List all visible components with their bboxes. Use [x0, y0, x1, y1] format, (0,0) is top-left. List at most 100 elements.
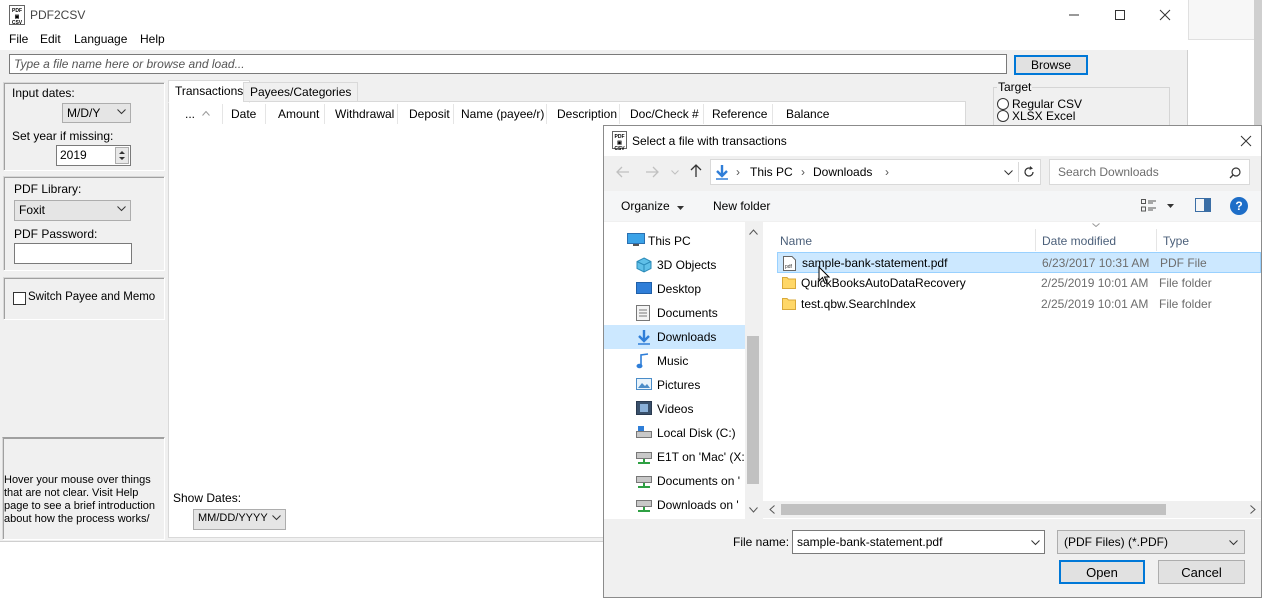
scroll-up-icon[interactable] [749, 229, 758, 235]
show-dates-select[interactable]: MM/DD/YYYY [193, 509, 286, 530]
nav-label: Pictures [657, 378, 701, 392]
nav-item-music[interactable]: Music [604, 349, 745, 373]
downloads-icon [638, 330, 650, 345]
menu-help[interactable]: Help [140, 32, 165, 46]
column-header-name[interactable]: Name (payee/r) [461, 107, 544, 121]
dialog-close-button[interactable] [1232, 128, 1260, 154]
up-arrow-icon[interactable] [690, 164, 702, 178]
column-header-description[interactable]: Description [557, 107, 617, 121]
column-header-balance[interactable]: Balance [786, 107, 829, 121]
organize-button[interactable]: Organize [621, 199, 685, 213]
breadcrumb-this-pc[interactable]: This PC [750, 165, 793, 179]
menu-edit[interactable]: Edit [40, 32, 61, 46]
tab-transactions[interactable]: Transactions [168, 80, 251, 103]
nav-item-videos[interactable]: Videos [604, 397, 745, 421]
view-options-icon[interactable] [1141, 199, 1157, 212]
nav-item-downloads-on-mac[interactable]: Downloads on ' [604, 493, 745, 517]
browse-button[interactable]: Browse [1014, 55, 1088, 75]
nav-item-3d-objects[interactable]: 3D Objects [604, 253, 745, 277]
scroll-right-icon[interactable] [1250, 505, 1256, 514]
file-row[interactable]: test.qbw.SearchIndex 2/25/2019 10:01 AM … [777, 294, 1261, 315]
pdf-library-select[interactable]: Foxit [14, 200, 131, 221]
maximize-button[interactable] [1097, 0, 1143, 30]
title-bar: PDF ▣ CSV PDF2CSV [0, 0, 1188, 30]
column-header-date-modified[interactable]: Date modified [1042, 234, 1116, 248]
search-input[interactable]: Search Downloads [1049, 159, 1250, 185]
column-header-doc-check[interactable]: Doc/Check # [630, 107, 699, 121]
tab-payees-categories[interactable]: Payees/Categories [243, 82, 359, 102]
menu-language[interactable]: Language [74, 32, 127, 46]
recent-dropdown-icon[interactable] [671, 170, 679, 175]
nav-item-desktop[interactable]: Desktop [604, 277, 745, 301]
column-header-withdrawal[interactable]: Withdrawal [335, 107, 394, 121]
caret-down-icon [677, 206, 685, 210]
regular-csv-radio[interactable] [997, 98, 1009, 110]
menu-file[interactable]: File [9, 32, 28, 46]
minimize-button[interactable] [1051, 0, 1097, 30]
file-list-hscrollbar[interactable] [763, 501, 1261, 518]
nav-scrollbar-thumb[interactable] [747, 336, 759, 484]
file-type: File folder [1159, 276, 1212, 290]
open-button[interactable]: Open [1059, 560, 1145, 584]
scroll-left-icon[interactable] [769, 505, 775, 514]
cancel-button[interactable]: Cancel [1158, 560, 1245, 584]
nav-item-documents[interactable]: Documents [604, 301, 745, 325]
column-header-deposit[interactable]: Deposit [409, 107, 450, 121]
refresh-icon[interactable] [1023, 166, 1035, 178]
organize-label: Organize [621, 199, 670, 213]
nav-item-this-pc[interactable]: This PC [604, 229, 745, 253]
column-header-select[interactable]: ... [185, 107, 195, 121]
column-divider [772, 104, 773, 124]
nav-item-e1t-mac[interactable]: E1T on 'Mac' (X: [604, 445, 745, 469]
preview-pane-icon[interactable] [1195, 198, 1211, 212]
nav-item-local-disk[interactable]: Local Disk (C:) [604, 421, 745, 445]
nav-label: Desktop [657, 282, 702, 296]
nav-item-documents-on-mac[interactable]: Documents on ' [604, 469, 745, 493]
back-arrow-icon[interactable] [616, 166, 630, 178]
column-divider [324, 104, 325, 124]
nav-item-downloads[interactable]: Downloads [604, 325, 745, 349]
mouse-cursor-icon [818, 266, 830, 285]
help-text: Hover your mouse over things that are no… [4, 474, 156, 525]
background-scrollbar [1254, 0, 1262, 125]
pdf-password-input[interactable] [14, 243, 132, 264]
close-button[interactable] [1142, 0, 1188, 30]
hscrollbar-thumb[interactable] [781, 504, 1166, 515]
column-header-amount[interactable]: Amount [278, 107, 319, 121]
forward-arrow-icon[interactable] [645, 166, 659, 178]
file-row[interactable]: pdf sample-bank-statement.pdf 6/23/2017 … [777, 252, 1261, 273]
column-header-reference[interactable]: Reference [712, 107, 767, 121]
file-path-input[interactable]: Type a file name here or browse and load… [9, 54, 1007, 74]
network-drive-icon [636, 500, 652, 512]
show-dates-label: Show Dates: [173, 491, 242, 505]
file-type-filter[interactable]: (PDF Files) (*.PDF) [1057, 530, 1245, 554]
nav-item-pictures[interactable]: Pictures [604, 373, 745, 397]
chevron-down-icon[interactable] [1004, 170, 1013, 176]
caret-down-icon[interactable] [1167, 204, 1174, 208]
breadcrumb-downloads[interactable]: Downloads [813, 165, 872, 179]
column-header-file-name[interactable]: Name [780, 234, 812, 248]
help-icon[interactable]: ? [1230, 197, 1248, 215]
documents-icon [636, 305, 650, 321]
address-bar[interactable]: › This PC › Downloads › [710, 159, 1041, 185]
nav-label: This PC [648, 234, 691, 248]
videos-icon [636, 401, 652, 415]
xlsx-excel-radio[interactable] [997, 110, 1009, 122]
xlsx-excel-label: XLSX Excel [1012, 109, 1076, 123]
spin-buttons[interactable] [115, 147, 129, 164]
file-row[interactable]: QuickBooksAutoDataRecovery 2/25/2019 10:… [777, 273, 1261, 294]
search-icon [1229, 167, 1241, 179]
nav-scrollbar[interactable] [745, 222, 762, 519]
column-header-date[interactable]: Date [231, 107, 256, 121]
chevron-down-icon [117, 109, 126, 115]
pdf-library-label: PDF Library: [14, 182, 82, 196]
scroll-down-icon[interactable] [749, 507, 758, 513]
year-spinner[interactable]: 2019 [56, 145, 131, 166]
file-name-combo[interactable]: sample-bank-statement.pdf [792, 530, 1045, 554]
input-dates-select[interactable]: M/D/Y [62, 103, 131, 123]
switch-payee-checkbox[interactable] [13, 292, 26, 305]
network-drive-icon [636, 476, 652, 488]
new-folder-button[interactable]: New folder [713, 199, 770, 213]
column-header-type[interactable]: Type [1163, 234, 1189, 248]
folder-icon [782, 277, 796, 289]
